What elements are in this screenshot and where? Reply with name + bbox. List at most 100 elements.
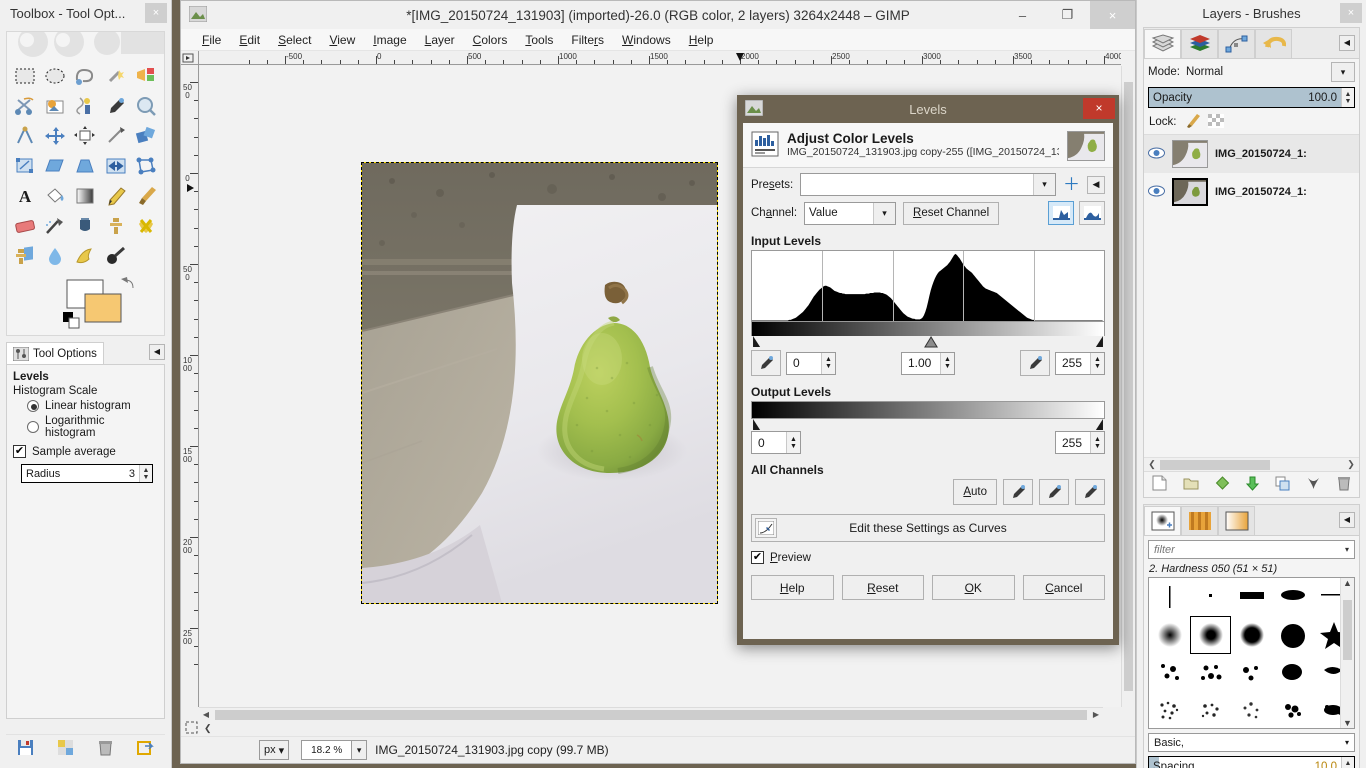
brush-item[interactable] xyxy=(1272,692,1313,728)
delete-tool-options-icon[interactable] xyxy=(97,739,114,759)
brushes-panel-menu-button[interactable]: ◀ xyxy=(1339,512,1355,528)
chevron-down-icon[interactable]: ▾ xyxy=(1033,174,1055,195)
layer-scroll-thumb[interactable] xyxy=(1160,460,1270,470)
lock-alpha-icon[interactable] xyxy=(1207,113,1224,131)
brush-item[interactable] xyxy=(1272,654,1313,692)
cage-transform-tool[interactable] xyxy=(131,152,161,180)
output-high-spinner[interactable]: 255 ▲ ▼ xyxy=(1055,431,1105,454)
output-low-spinner[interactable]: 0 ▲ ▼ xyxy=(751,431,801,454)
free-select-tool[interactable] xyxy=(70,62,100,90)
logarithmic-histogram-toggle[interactable] xyxy=(1079,201,1105,225)
align-tool[interactable] xyxy=(70,122,100,150)
brush-item[interactable] xyxy=(1190,616,1231,654)
input-low-spinner[interactable]: 0 ▲ ▼ xyxy=(786,351,836,375)
tab-brushes[interactable] xyxy=(1144,506,1181,535)
image-layer-preview[interactable] xyxy=(361,162,718,604)
canvas-horizontal-scrollbar[interactable]: ◀ ▶ xyxy=(199,707,1103,721)
gradient-tool[interactable] xyxy=(70,182,100,210)
blur-sharpen-tool[interactable] xyxy=(40,242,70,270)
menu-windows[interactable]: Windows xyxy=(613,31,680,49)
menu-edit[interactable]: Edit xyxy=(230,31,269,49)
tab-layers[interactable] xyxy=(1144,29,1181,58)
brush-grid-scrollbar[interactable]: ▲ ▼ xyxy=(1340,578,1354,728)
tab-undo-history[interactable] xyxy=(1255,29,1292,58)
move-tool[interactable] xyxy=(40,122,70,150)
brush-item[interactable] xyxy=(1231,578,1272,616)
opacity-spin-arrows[interactable]: ▲ ▼ xyxy=(1341,88,1354,107)
tool-options-menu-button[interactable]: ◀ xyxy=(149,344,165,360)
brush-item[interactable] xyxy=(1190,692,1231,728)
zoom-dropdown-button[interactable]: ▾ xyxy=(351,740,368,760)
quick-mask-toggle[interactable] xyxy=(185,721,198,737)
radius-spin-arrows[interactable]: ▲ ▼ xyxy=(139,465,152,482)
dodge-burn-tool[interactable] xyxy=(101,242,131,270)
chevron-down-icon[interactable]: ▾ xyxy=(1345,545,1349,554)
input-levels-gradient[interactable] xyxy=(751,322,1105,336)
brush-item[interactable] xyxy=(1190,578,1231,616)
white-point-picker-button[interactable] xyxy=(1020,350,1050,376)
input-gamma-spin-arrows[interactable]: ▲ ▼ xyxy=(940,352,954,374)
tab-gradients[interactable] xyxy=(1218,506,1255,535)
right-dock-close-button[interactable]: × xyxy=(1340,3,1362,23)
reset-button[interactable]: Reset xyxy=(841,575,924,600)
perspective-tool[interactable] xyxy=(70,152,100,180)
close-button[interactable]: × xyxy=(1090,1,1135,29)
hscroll-left-arrow[interactable]: ◀ xyxy=(199,710,213,719)
reset-channel-button[interactable]: Reset Channel xyxy=(903,201,1000,225)
pick-black-point-all-button[interactable] xyxy=(1003,479,1033,505)
layer-scroll-left-arrow[interactable]: ❮ xyxy=(1144,459,1160,470)
input-high-spinner[interactable]: 255 ▲ ▼ xyxy=(1055,351,1105,375)
color-picker-tool[interactable] xyxy=(101,92,131,120)
menu-image[interactable]: Image xyxy=(364,31,415,49)
pencil-tool[interactable] xyxy=(101,182,131,210)
horizontal-ruler[interactable]: -50005001000150020002500300035004000 xyxy=(199,51,1121,65)
crop-tool[interactable] xyxy=(101,122,131,150)
lower-layer-icon[interactable] xyxy=(1245,476,1260,494)
paths-tool[interactable] xyxy=(70,92,100,120)
brush-tag-combo[interactable]: Basic, ▾ xyxy=(1148,733,1355,752)
brush-item[interactable] xyxy=(1149,616,1190,654)
menu-colors[interactable]: Colors xyxy=(464,31,517,49)
zoom-entry[interactable]: 18.2 % xyxy=(301,740,352,760)
input-low-spin-arrows[interactable]: ▲ ▼ xyxy=(821,352,835,374)
edit-curves-button[interactable]: Edit these Settings as Curves xyxy=(751,514,1105,542)
hscroll-thumb[interactable] xyxy=(215,710,1087,720)
layer-visibility-icon[interactable] xyxy=(1148,185,1165,200)
menu-view[interactable]: View xyxy=(320,31,364,49)
brush-item[interactable] xyxy=(1231,654,1272,692)
menu-tools[interactable]: Tools xyxy=(516,31,562,49)
layer-row[interactable]: IMG_20150724_1: xyxy=(1144,135,1359,173)
canvas-vertical-scrollbar[interactable] xyxy=(1121,66,1135,707)
rotate-tool[interactable] xyxy=(131,122,161,150)
toolbox-close-button[interactable]: × xyxy=(145,3,167,23)
output-levels-gradient[interactable] xyxy=(751,401,1105,419)
input-high-spin-arrows[interactable]: ▲ ▼ xyxy=(1090,352,1104,374)
vscroll-thumb[interactable] xyxy=(1124,82,1133,691)
layer-thumbnail[interactable] xyxy=(1172,178,1208,206)
heal-tool[interactable] xyxy=(131,212,161,240)
opacity-slider[interactable]: Opacity 100.0 ▲ ▼ xyxy=(1148,87,1355,108)
select-by-color-tool[interactable] xyxy=(131,62,161,90)
linear-histogram-toggle[interactable] xyxy=(1048,201,1074,225)
spacing-spin-arrows[interactable]: ▲▼ xyxy=(1341,757,1354,768)
airbrush-tool[interactable] xyxy=(40,212,70,240)
brush-filter-input[interactable]: filter ▾ xyxy=(1148,540,1355,559)
flip-tool[interactable] xyxy=(101,152,131,180)
rect-select-tool[interactable] xyxy=(10,62,40,90)
new-layer-group-icon[interactable] xyxy=(1183,476,1199,493)
brush-item[interactable] xyxy=(1149,578,1190,616)
new-layer-icon[interactable] xyxy=(1152,475,1167,494)
menu-filters[interactable]: Filters xyxy=(562,31,613,49)
tool-options-tab[interactable]: Tool Options xyxy=(6,342,104,364)
hscroll-right-arrow[interactable]: ▶ xyxy=(1089,710,1103,719)
output-low-spin-arrows[interactable]: ▲ ▼ xyxy=(786,432,800,453)
brush-scroll-thumb[interactable] xyxy=(1343,600,1352,660)
menu-layer[interactable]: Layer xyxy=(416,31,464,49)
brush-item[interactable] xyxy=(1272,578,1313,616)
pick-gray-point-all-button[interactable] xyxy=(1039,479,1069,505)
reset-tool-options-icon[interactable] xyxy=(136,739,154,759)
brush-item[interactable] xyxy=(1149,692,1190,728)
input-gamma-spinner[interactable]: 1.00 ▲ ▼ xyxy=(901,351,955,375)
output-high-spin-arrows[interactable]: ▲ ▼ xyxy=(1090,432,1104,453)
brush-item[interactable] xyxy=(1149,654,1190,692)
